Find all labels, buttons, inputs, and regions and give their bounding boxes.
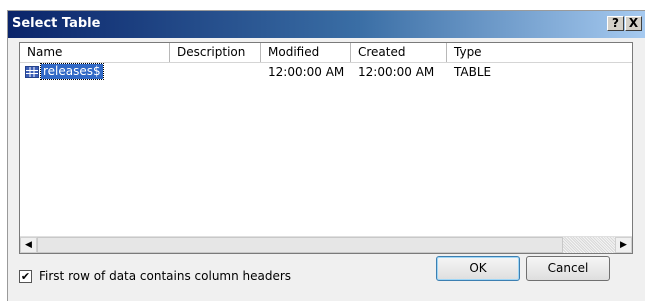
table-row[interactable]: releases$ 12:00:00 AM 12:00:00 AM TABLE bbox=[20, 63, 632, 81]
scroll-right-arrow-icon[interactable]: ▶ bbox=[615, 237, 632, 253]
list-header: Name Description Modified Created Type bbox=[20, 43, 632, 63]
row-description bbox=[170, 63, 177, 81]
table-list[interactable]: Name Description Modified Created Type r… bbox=[19, 42, 633, 254]
row-created: 12:00:00 AM bbox=[358, 65, 435, 79]
scroll-thumb[interactable] bbox=[37, 237, 563, 253]
scroll-track[interactable] bbox=[563, 237, 615, 253]
table-icon bbox=[25, 66, 39, 78]
row-type: TABLE bbox=[454, 65, 492, 79]
first-row-headers-checkbox[interactable]: ✔ bbox=[19, 270, 32, 283]
scroll-left-arrow-icon[interactable]: ◀ bbox=[20, 237, 37, 253]
first-row-headers-label[interactable]: First row of data contains column header… bbox=[39, 269, 291, 283]
column-header-name[interactable]: Name bbox=[20, 43, 170, 62]
column-header-modified[interactable]: Modified bbox=[261, 43, 351, 62]
close-button[interactable]: X bbox=[625, 16, 642, 31]
column-header-type[interactable]: Type bbox=[447, 43, 632, 62]
cancel-button[interactable]: Cancel bbox=[526, 256, 610, 281]
help-button[interactable]: ? bbox=[607, 16, 624, 31]
column-header-created[interactable]: Created bbox=[351, 43, 447, 62]
title-bar: Select Table ? X bbox=[8, 11, 645, 38]
row-name-selected[interactable]: releases$ bbox=[40, 63, 104, 80]
horizontal-scrollbar[interactable]: ◀ ▶ bbox=[20, 236, 632, 253]
row-modified: 12:00:00 AM bbox=[268, 65, 345, 79]
column-header-description[interactable]: Description bbox=[170, 43, 261, 62]
dialog-title: Select Table bbox=[12, 16, 101, 31]
ok-button[interactable]: OK bbox=[436, 256, 520, 281]
